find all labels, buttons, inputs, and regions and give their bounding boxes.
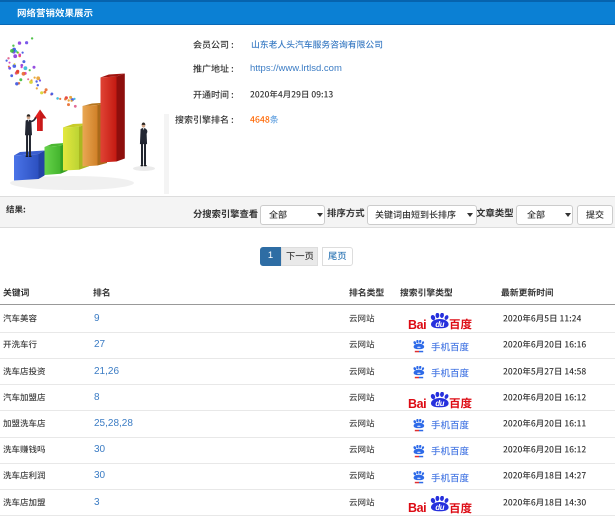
svg-text:du: du — [435, 399, 444, 408]
svg-text:du: du — [435, 320, 444, 329]
svg-text:du: du — [435, 503, 444, 512]
